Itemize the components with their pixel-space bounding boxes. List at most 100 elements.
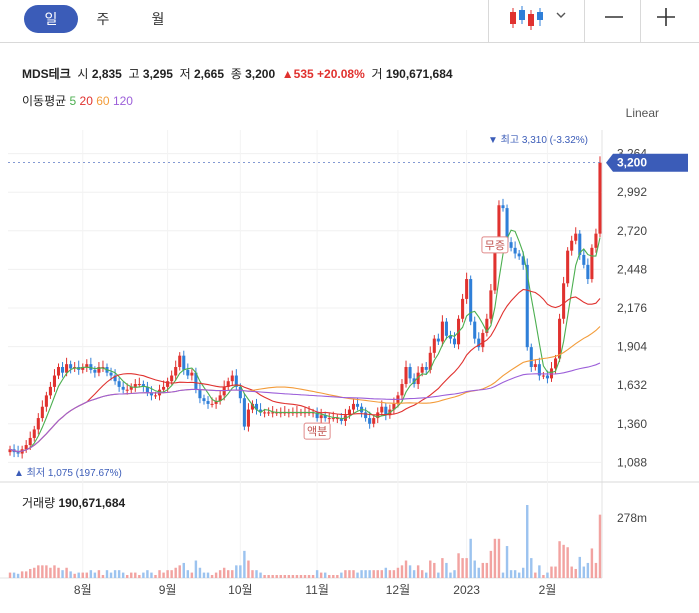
volume-bar: [420, 570, 424, 578]
volume-bar: [186, 570, 190, 578]
volume-bar: [570, 566, 573, 578]
candle-body: [36, 418, 40, 430]
candle-body: [117, 381, 121, 387]
volume-bar: [348, 570, 351, 578]
candle-body: [570, 240, 574, 251]
volume-bar: [554, 566, 557, 578]
volume-bar: [392, 570, 396, 578]
volume-bar: [513, 570, 517, 578]
volume-bar: [158, 570, 161, 578]
candle-body: [420, 367, 424, 373]
y-tick-label: 1,088: [617, 455, 647, 469]
volume-bar: [356, 572, 359, 578]
candle-body: [137, 384, 141, 386]
volume-bar: [117, 570, 121, 578]
x-tick-label: 2023: [453, 583, 480, 597]
volume-bar: [105, 570, 109, 578]
candle-body: [125, 389, 129, 391]
volume-bar: [590, 548, 594, 578]
min-annotation: ▲ 최저 1,075 (197.67%): [14, 467, 122, 479]
candle-body: [319, 415, 323, 419]
candle-body: [509, 242, 513, 248]
candle-body: [32, 429, 36, 438]
volume-bar: [352, 570, 355, 578]
candle-body: [178, 355, 182, 368]
volume-bar: [65, 567, 68, 578]
candle-body: [545, 375, 549, 379]
volume-bar: [16, 573, 20, 578]
candle-body: [517, 253, 521, 257]
volume-bar: [154, 575, 157, 578]
volume-bar: [61, 570, 64, 578]
event-label: 액분: [307, 425, 327, 438]
volume-bar: [85, 572, 89, 578]
candle-body: [586, 264, 590, 280]
volume-bar: [109, 572, 113, 578]
candle-body: [465, 279, 469, 299]
candle-body: [174, 367, 178, 376]
volume-bar: [194, 560, 198, 578]
candle-body: [566, 250, 570, 284]
volume-bar: [12, 572, 16, 578]
candle-body: [267, 412, 271, 414]
volume-bar: [509, 570, 513, 578]
volume-bar: [497, 538, 501, 578]
candle-body: [408, 367, 412, 379]
candle-body: [242, 398, 246, 427]
candle-body: [582, 254, 586, 265]
volume-bar: [530, 558, 533, 578]
candle-body: [432, 338, 436, 353]
volume-bar: [267, 575, 270, 578]
volume-bar: [550, 566, 553, 578]
candle-body: [61, 367, 65, 373]
volume-bar: [235, 565, 238, 578]
volume-bar: [81, 572, 84, 578]
candle-body: [44, 395, 48, 407]
candle-body: [355, 403, 360, 407]
volume-bar: [178, 565, 181, 578]
candle-body: [56, 367, 61, 376]
volume-bar: [134, 572, 137, 578]
candle-body: [513, 247, 517, 254]
volume-bar: [408, 565, 412, 578]
candle-body: [16, 452, 20, 454]
volume-bar: [574, 568, 577, 578]
volume-bar: [315, 570, 319, 578]
volume-bar: [489, 550, 493, 578]
candle-body: [481, 332, 485, 348]
volume-bar: [295, 575, 299, 578]
volume-bar: [247, 560, 250, 578]
candle-body: [182, 355, 186, 370]
volume-bar: [49, 567, 52, 578]
volume-bar: [287, 575, 291, 578]
volume-bar: [24, 571, 28, 578]
x-tick-label: 8월: [74, 583, 92, 597]
candle-body: [271, 412, 275, 414]
volume-legend-value: 190,671,684: [58, 496, 126, 510]
candle-body: [65, 364, 69, 373]
candle-body: [469, 279, 473, 322]
candle-body: [327, 418, 331, 420]
candle-body: [489, 290, 493, 319]
candle-body: [452, 338, 457, 345]
volume-bar: [218, 570, 222, 578]
volume-bar: [279, 575, 282, 578]
volume-bar: [368, 570, 371, 578]
volume-bar: [360, 570, 363, 578]
volume-bar: [453, 570, 456, 578]
volume-bar: [578, 556, 581, 578]
candle-body: [541, 375, 545, 377]
volume-bar: [380, 570, 383, 578]
candle-body: [230, 375, 234, 382]
price-chart[interactable]: 3,2642,9922,7202,4482,1761,9041,6321,360…: [0, 0, 699, 613]
candle-body: [574, 233, 578, 241]
candle-body: [424, 367, 428, 370]
volume-bar: [388, 570, 392, 578]
y-tick-label: 2,720: [617, 224, 647, 238]
candle-body: [404, 367, 408, 385]
volume-bar: [121, 572, 125, 578]
ma-line: [9, 229, 601, 453]
volume-bar: [283, 575, 287, 578]
volume-bar: [231, 570, 234, 578]
x-tick-label: 10월: [228, 583, 252, 597]
